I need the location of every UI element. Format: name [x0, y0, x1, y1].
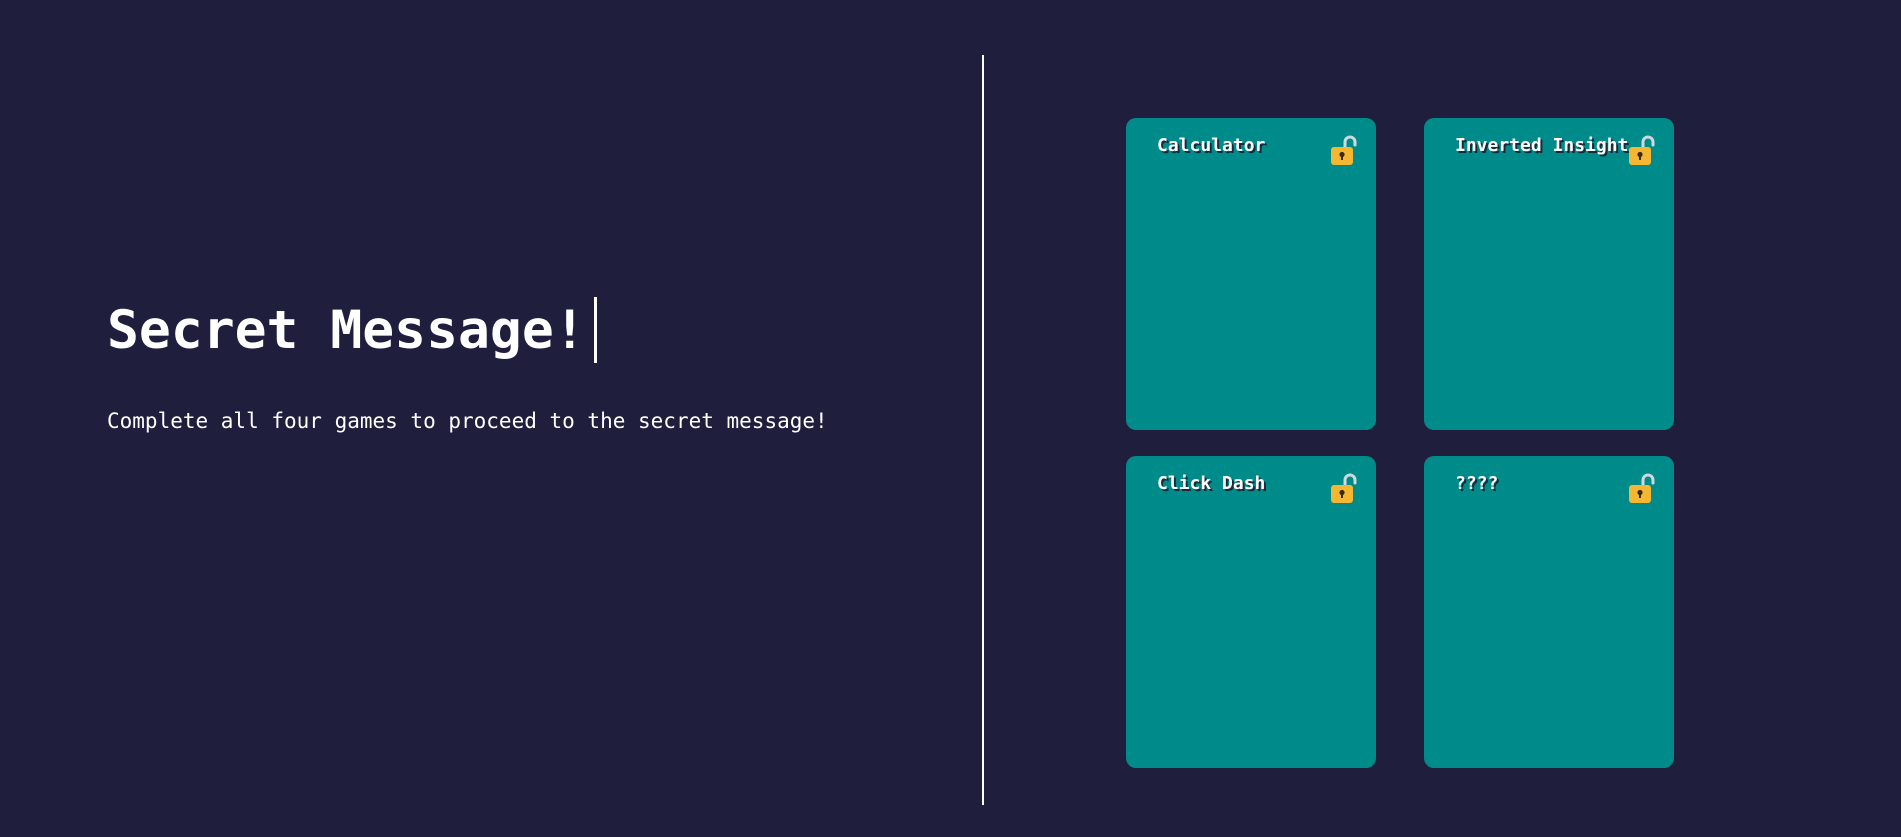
game-card-inverted-insight[interactable]: Inverted Insight: [1424, 118, 1674, 430]
game-card-mystery[interactable]: ????: [1424, 456, 1674, 768]
unlocked-padlock-icon: [1629, 473, 1655, 503]
game-card-label: Calculator: [1157, 135, 1266, 156]
unlocked-padlock-icon: [1629, 135, 1655, 165]
hero-section: Secret Message! Complete all four games …: [107, 290, 967, 433]
unlocked-padlock-icon: [1331, 473, 1357, 503]
page-subtitle: Complete all four games to proceed to th…: [107, 409, 828, 433]
typing-caret: [593, 297, 597, 363]
game-card-click-dash[interactable]: Click Dash: [1126, 456, 1376, 768]
games-grid: Calculator Inverted Insight Click Dash ?…: [1126, 118, 1674, 768]
title-row: Secret Message!: [107, 290, 967, 370]
vertical-divider: [982, 55, 984, 805]
game-card-label: Click Dash: [1157, 473, 1266, 494]
unlocked-padlock-icon: [1331, 135, 1357, 165]
game-card-label: Inverted Insight: [1455, 135, 1629, 156]
page-title: Secret Message!: [107, 299, 586, 361]
game-card-label: ????: [1455, 473, 1499, 494]
game-card-calculator[interactable]: Calculator: [1126, 118, 1376, 430]
